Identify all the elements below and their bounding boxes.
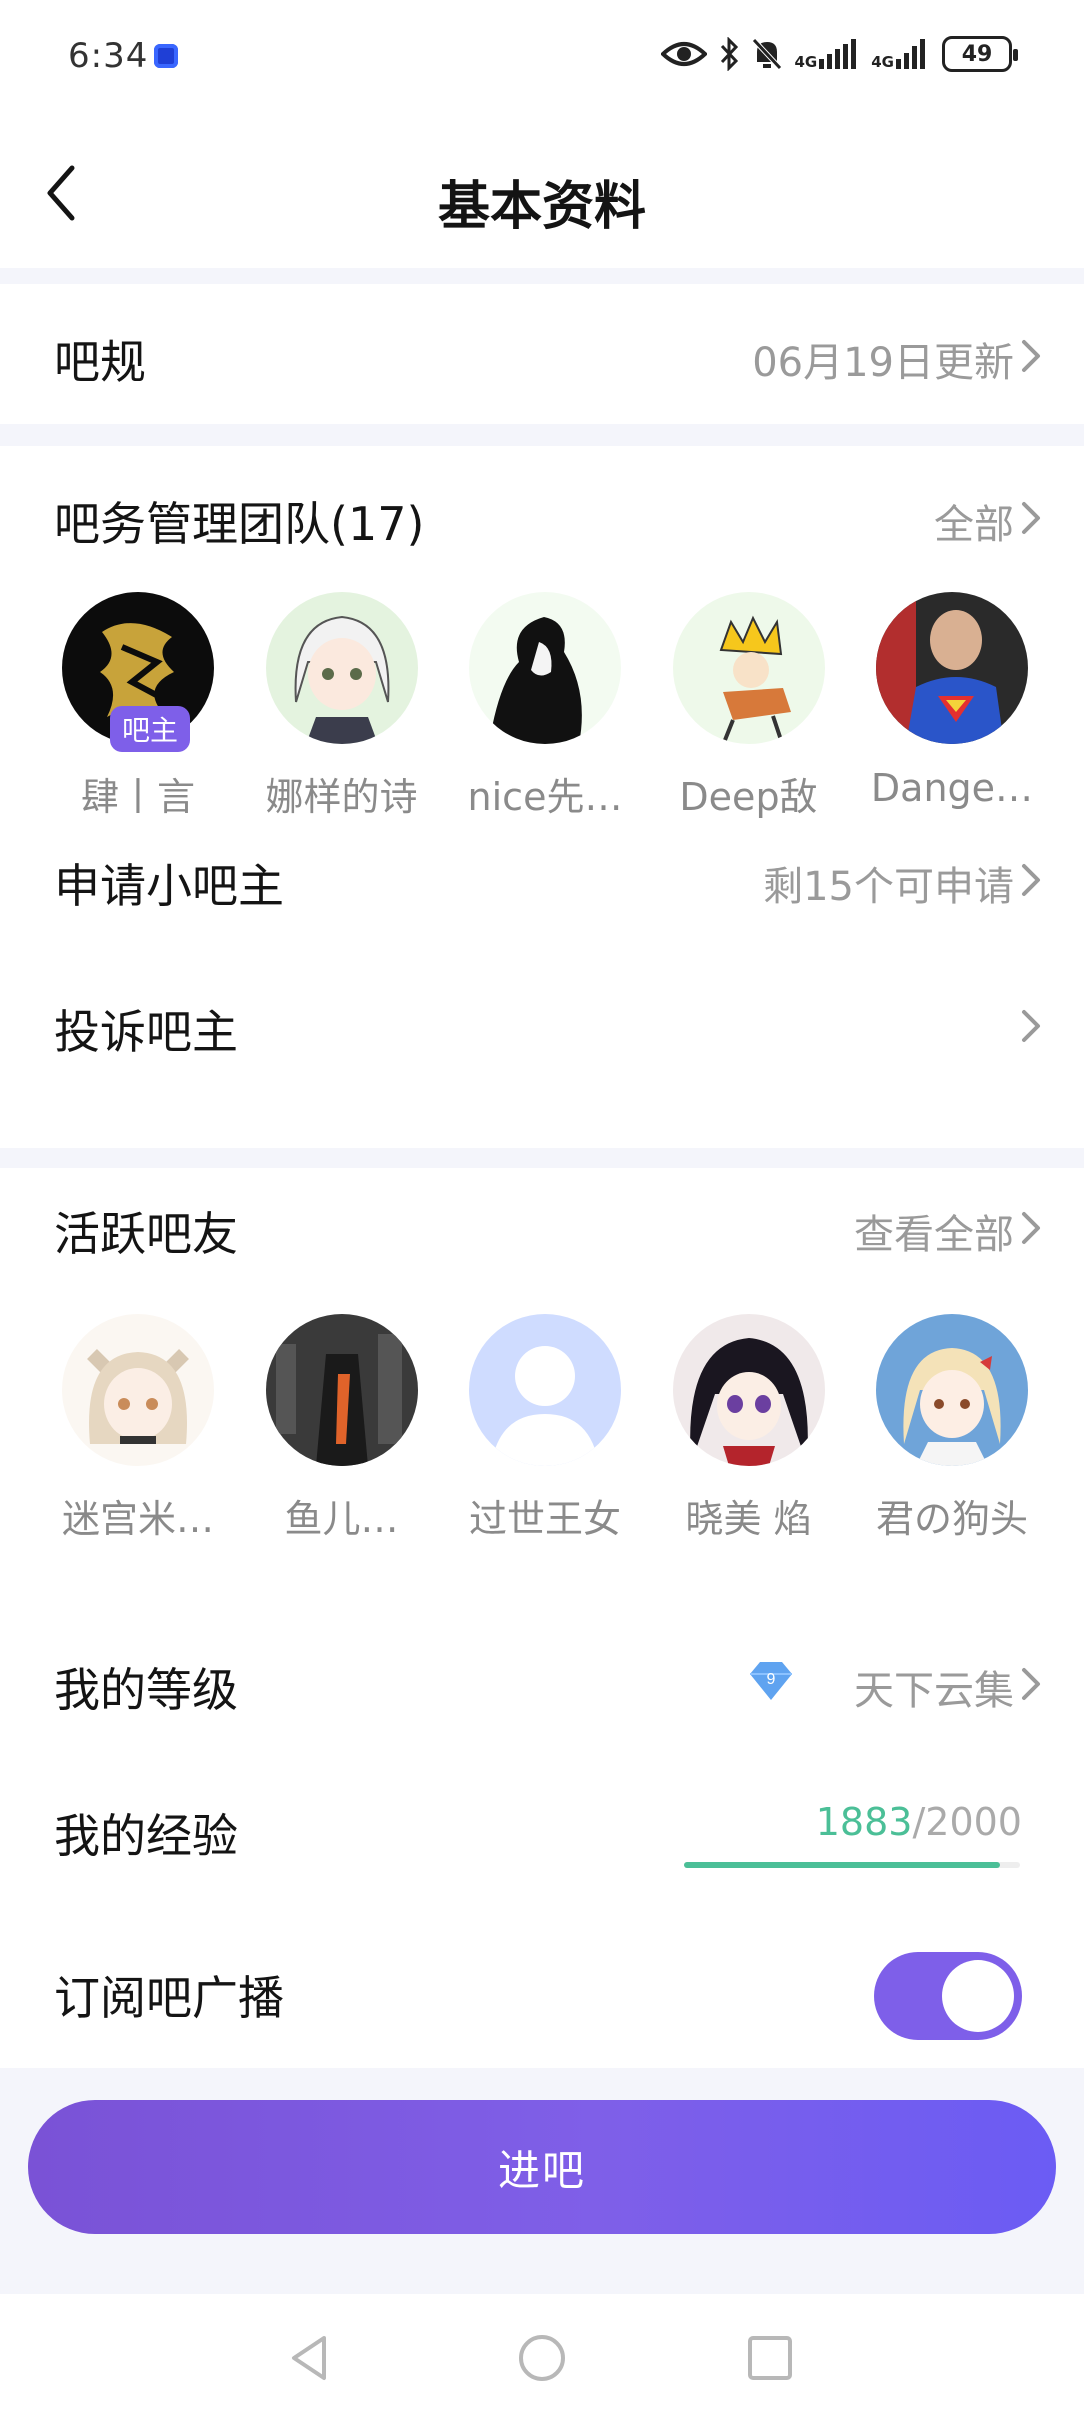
bluetooth-icon: [720, 37, 738, 71]
level-number: 9: [767, 1671, 776, 1688]
member-name: 迷宫米…: [61, 1497, 214, 1541]
team-label: 吧务管理团队(17): [54, 497, 425, 551]
team-member[interactable]: Deep敌: [651, 592, 847, 821]
experience-row: 我的经验 1883/2000: [0, 1772, 1084, 1882]
rules-update-date: 06月19日更新: [752, 340, 1014, 386]
member-name: 过世王女: [468, 1497, 621, 1541]
avatar: [876, 592, 1028, 744]
active-header-row[interactable]: 活跃吧友 查看全部: [0, 1170, 1084, 1280]
status-bar: 6:34 4G 4G 49: [0, 0, 1084, 118]
chevron-right-icon: [1022, 502, 1040, 534]
avatar: [672, 592, 825, 744]
avatar: [876, 1314, 1028, 1466]
chevron-right-icon: [1022, 864, 1040, 896]
member-name: Dange…: [870, 766, 1034, 810]
enter-bar-button[interactable]: 进吧: [28, 2100, 1056, 2234]
experience-progress-fill: [684, 1862, 1001, 1868]
team-all-link[interactable]: 全部: [934, 492, 1014, 550]
active-member[interactable]: 晓美 焰: [651, 1314, 847, 1543]
battery-icon: 49: [942, 36, 1018, 72]
chevron-right-icon: [1022, 340, 1040, 372]
apply-label: 申请小吧主: [54, 859, 284, 913]
level-row[interactable]: 我的等级 9 天下云集: [0, 1626, 1084, 1736]
rules-label: 吧规: [54, 335, 146, 389]
bell-muted-icon: [751, 38, 782, 70]
team-header-row[interactable]: 吧务管理团队(17) 全部: [0, 460, 1084, 570]
member-name: 肆丨言: [80, 775, 195, 819]
complain-row[interactable]: 投诉吧主: [0, 968, 1084, 1078]
apply-row[interactable]: 申请小吧主 剩15个可申请: [0, 822, 1084, 932]
avatar: [265, 1314, 418, 1466]
level-title: 天下云集: [854, 1668, 1014, 1714]
active-label: 活跃吧友: [54, 1207, 238, 1261]
top-nav-bar: 基本资料: [0, 118, 1084, 268]
nav-recents-icon[interactable]: [744, 2332, 796, 2384]
apply-remaining: 剩15个可申请: [763, 864, 1014, 910]
page-title: 基本资料: [437, 177, 646, 237]
chevron-right-icon: [1022, 1212, 1040, 1244]
member-name: 君の狗头: [875, 1497, 1028, 1541]
rules-card: 吧规 06月19日更新: [0, 284, 1084, 424]
nav-back-icon[interactable]: [284, 2332, 336, 2384]
active-view-all-link[interactable]: 查看全部: [854, 1202, 1014, 1260]
experience-current: 1883: [815, 1800, 913, 1844]
signal-icon: [819, 39, 857, 69]
signal-2: 4G: [871, 39, 930, 70]
app-notification-icon: [154, 44, 178, 68]
member-name: 鱼儿…: [284, 1497, 399, 1541]
avatar: [469, 592, 621, 744]
owner-badge: 吧主: [110, 706, 190, 752]
signal-1: 4G: [795, 39, 860, 70]
member-name: 娜样的诗: [265, 775, 418, 819]
subscribe-toggle[interactable]: [874, 1952, 1022, 2040]
team-card: 吧务管理团队(17) 全部 肆丨言 娜样的诗 nice先… Deep敌 Dang…: [0, 446, 1084, 1148]
eye-icon: [660, 42, 707, 66]
level-label: 我的等级: [54, 1663, 238, 1717]
team-avatars: 肆丨言 娜样的诗 nice先… Deep敌 Dange…: [40, 592, 1050, 821]
team-member[interactable]: 娜样的诗: [244, 592, 440, 821]
active-avatars: 迷宫米… 鱼儿… 过世王女 晓美 焰 君の狗头: [40, 1314, 1050, 1543]
experience-total: 2000: [925, 1800, 1022, 1844]
member-name: nice先…: [467, 775, 623, 819]
signal-icon: [896, 39, 925, 69]
avatar: [469, 1314, 621, 1466]
active-member[interactable]: 过世王女: [447, 1314, 643, 1543]
experience-separator: /: [912, 1800, 926, 1844]
experience-value: 1883/2000: [816, 1800, 1022, 1844]
chevron-right-icon: [1022, 1668, 1040, 1700]
team-member[interactable]: Dange…: [854, 592, 1050, 821]
member-name: 晓美 焰: [685, 1497, 812, 1541]
subscribe-row: 订阅吧广播: [0, 1934, 1084, 2064]
experience-label: 我的经验: [54, 1809, 238, 1863]
avatar: [672, 1314, 825, 1466]
system-nav-bar: [0, 2294, 1084, 2412]
team-member[interactable]: nice先…: [447, 592, 643, 821]
complain-label: 投诉吧主: [54, 1005, 238, 1059]
subscribe-label: 订阅吧广播: [54, 1971, 284, 2025]
status-time: 6:34: [68, 36, 149, 76]
avatar: [265, 592, 418, 744]
avatar: [62, 1314, 214, 1466]
toggle-knob: [942, 1960, 1014, 2032]
nav-home-icon[interactable]: [516, 2332, 568, 2384]
experience-progress-track: [684, 1862, 1020, 1868]
member-name: Deep敌: [679, 775, 818, 819]
active-card: 活跃吧友 查看全部 迷宫米… 鱼儿… 过世王女 晓美 焰 君の狗头 我的等级 9…: [0, 1168, 1084, 2068]
active-member[interactable]: 迷宫米…: [40, 1314, 236, 1543]
status-icons: 4G 4G 49: [660, 32, 1018, 76]
active-member[interactable]: 君の狗头: [854, 1314, 1050, 1543]
level-gem-icon: 9: [748, 1658, 794, 1702]
chevron-right-icon: [1022, 1010, 1040, 1042]
rules-row[interactable]: 吧规 06月19日更新: [0, 298, 1084, 408]
active-member[interactable]: 鱼儿…: [244, 1314, 440, 1543]
